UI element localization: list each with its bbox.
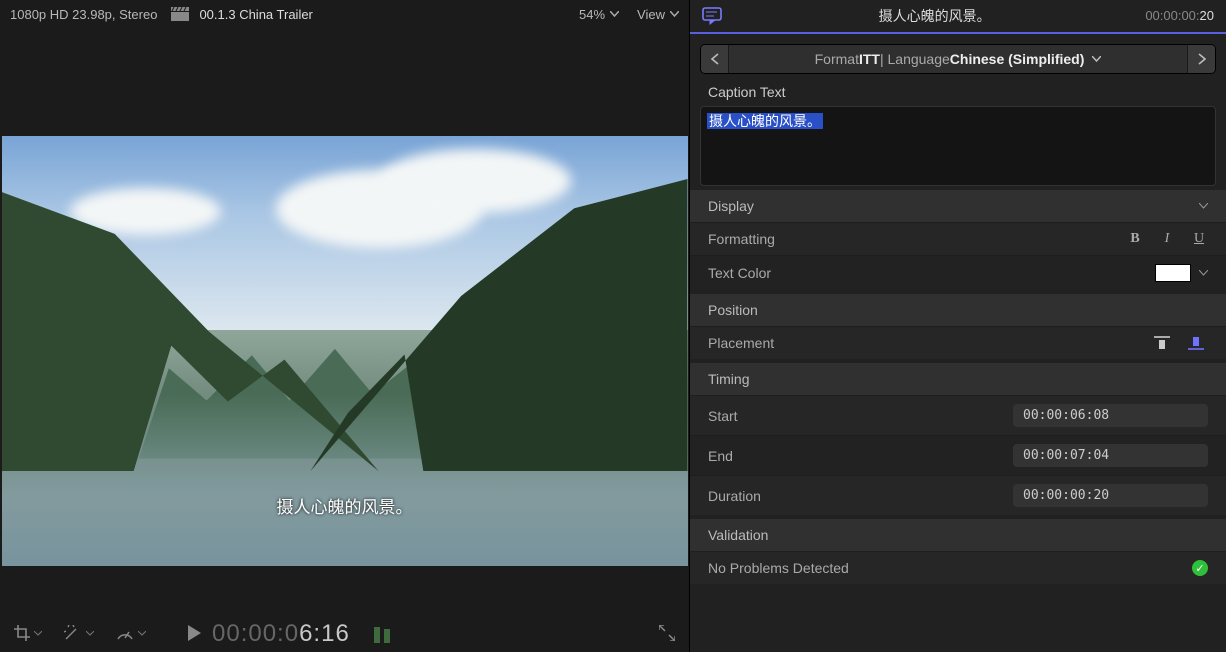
- video-frame: 摄人心魄的风景。: [2, 136, 688, 566]
- align-bottom-icon: [1188, 336, 1204, 350]
- viewer-canvas[interactable]: 摄人心魄的风景。: [0, 28, 689, 614]
- format-language-bar: Format ITT | Language Chinese (Simplifie…: [700, 44, 1216, 74]
- fullscreen-button[interactable]: [659, 625, 675, 641]
- clip-name-label: 00.1.3 China Trailer: [199, 7, 312, 22]
- chevron-right-icon: [1198, 53, 1206, 65]
- speedometer-icon: [116, 625, 134, 641]
- duration-row: Duration 00:00:00:20: [690, 475, 1226, 515]
- clapperboard-icon: [171, 7, 189, 21]
- placement-row: Placement: [690, 326, 1226, 359]
- caption-text-input[interactable]: 摄人心魄的风景。: [700, 106, 1216, 186]
- chevron-down-icon[interactable]: [1199, 270, 1208, 276]
- formatting-row: Formatting B I U: [690, 222, 1226, 255]
- format-language-dropdown[interactable]: Format ITT | Language Chinese (Simplifie…: [729, 45, 1187, 73]
- next-caption-button[interactable]: [1187, 45, 1215, 73]
- chevron-down-icon: [34, 631, 42, 636]
- text-color-swatch[interactable]: [1155, 264, 1191, 282]
- view-label: View: [637, 7, 665, 22]
- bold-button[interactable]: B: [1126, 231, 1144, 247]
- chevron-down-icon: [1199, 203, 1208, 209]
- chevron-down-icon: [1092, 56, 1101, 62]
- audio-meters[interactable]: [374, 623, 390, 643]
- timing-section-header[interactable]: Timing: [690, 363, 1226, 395]
- chevron-down-icon: [610, 11, 619, 17]
- video-spec-label: 1080p HD 23.98p, Stereo: [10, 7, 157, 22]
- chevron-down-icon: [138, 631, 146, 636]
- validation-status-row: No Problems Detected ✓: [690, 551, 1226, 584]
- view-dropdown[interactable]: View: [637, 7, 679, 22]
- enhance-tool[interactable]: [64, 625, 94, 641]
- inspector-duration: 00:00:00:20: [1145, 8, 1214, 24]
- text-color-row: Text Color: [690, 255, 1226, 290]
- wand-icon: [64, 625, 82, 641]
- prev-caption-button[interactable]: [701, 45, 729, 73]
- retime-tool[interactable]: [116, 625, 146, 641]
- start-time-row: Start 00:00:06:08: [690, 395, 1226, 435]
- chevron-left-icon: [711, 53, 719, 65]
- validation-section-header[interactable]: Validation: [690, 519, 1226, 551]
- viewer-panel: 1080p HD 23.98p, Stereo 00.1.3 China Tra…: [0, 0, 690, 652]
- crop-tool[interactable]: [14, 625, 42, 641]
- placement-bottom-button[interactable]: [1188, 336, 1208, 350]
- zoom-value: 54%: [579, 7, 605, 22]
- viewer-toolbar: 00:00:06:16: [0, 614, 689, 652]
- caption-text-label: Caption Text: [690, 74, 1226, 106]
- duration-field[interactable]: 00:00:00:20: [1013, 484, 1208, 507]
- playhead-timecode[interactable]: 00:00:06:16: [212, 619, 350, 648]
- caption-tab-icon[interactable]: [702, 7, 724, 25]
- chevron-down-icon: [670, 11, 679, 17]
- viewer-header: 1080p HD 23.98p, Stereo 00.1.3 China Tra…: [0, 0, 689, 28]
- display-section-header[interactable]: Display: [690, 190, 1226, 222]
- caption-text-value: 摄人心魄的风景。: [707, 113, 823, 129]
- play-button[interactable]: [188, 625, 202, 641]
- inspector-title: 摄人心魄的风景。: [724, 6, 1145, 26]
- underline-button[interactable]: U: [1190, 231, 1208, 247]
- zoom-dropdown[interactable]: 54%: [579, 7, 619, 22]
- caption-inspector: 摄人心魄的风景。 00:00:00:20 Format ITT | Langua…: [690, 0, 1226, 652]
- align-top-icon: [1154, 336, 1170, 350]
- italic-button[interactable]: I: [1158, 231, 1176, 247]
- validation-message: No Problems Detected: [708, 560, 849, 576]
- play-icon: [188, 625, 202, 641]
- inspector-header: 摄人心魄的风景。 00:00:00:20: [690, 0, 1226, 34]
- start-time-field[interactable]: 00:00:06:08: [1013, 404, 1208, 427]
- caption-overlay: 摄人心魄的风景。: [2, 493, 688, 518]
- crop-icon: [14, 625, 30, 641]
- checkmark-icon: ✓: [1192, 560, 1208, 576]
- expand-icon: [659, 625, 675, 641]
- placement-top-button[interactable]: [1154, 336, 1174, 350]
- end-time-row: End 00:00:07:04: [690, 435, 1226, 475]
- end-time-field[interactable]: 00:00:07:04: [1013, 444, 1208, 467]
- position-section-header[interactable]: Position: [690, 294, 1226, 326]
- chevron-down-icon: [86, 631, 94, 636]
